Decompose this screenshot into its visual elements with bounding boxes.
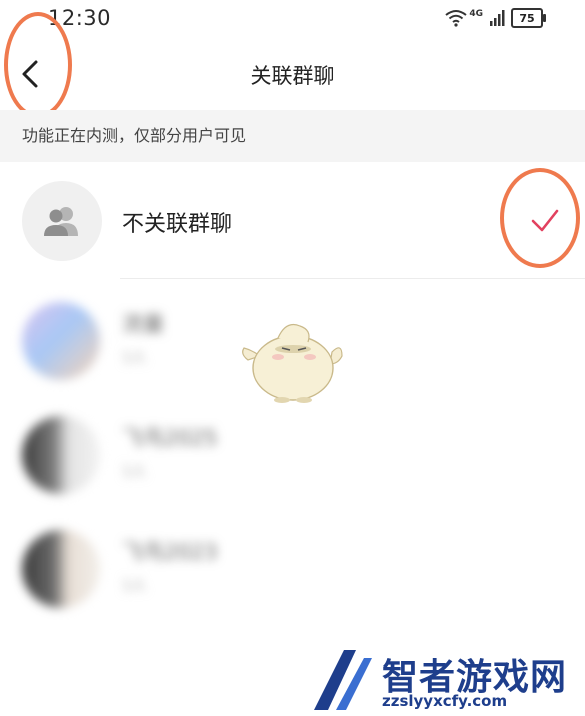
users-icon <box>44 207 78 236</box>
group-member-count: 1人 <box>122 348 147 366</box>
group-name: 飞鸟2023 <box>122 540 218 564</box>
group-avatar <box>22 530 100 608</box>
annotation-circle-check <box>500 168 580 268</box>
watermark: 智者游戏网 zzslyyxcfy.com <box>306 646 585 716</box>
battery-icon: 75 <box>511 8 546 28</box>
list-item[interactable]: 飞鸟2025 1人 <box>0 398 585 508</box>
wifi-icon <box>445 10 467 27</box>
signal-icon <box>490 10 505 26</box>
annotation-circle-back <box>4 12 72 118</box>
network-type-label: 4G <box>469 9 483 19</box>
mascot-illustration <box>242 323 343 403</box>
group-name: 流量 <box>122 312 164 336</box>
status-bar: 12:30 4G 75 <box>0 0 585 38</box>
group-name: 飞鸟2025 <box>122 426 218 450</box>
page-title: 关联群聊 <box>250 64 335 88</box>
group-avatar <box>22 416 100 494</box>
group-member-count: 1人 <box>122 462 147 480</box>
group-avatar <box>22 302 100 380</box>
watermark-url: zzslyyxcfy.com <box>382 692 508 710</box>
list-item[interactable]: 飞鸟2023 1人 <box>0 512 585 622</box>
status-icons: 4G 75 <box>445 8 546 28</box>
option-label: 不关联群聊 <box>122 212 233 237</box>
divider <box>120 278 585 279</box>
beta-notice: 功能正在内测，仅部分用户可见 <box>0 110 585 162</box>
option-no-group[interactable]: 不关联群聊 <box>0 162 585 280</box>
group-member-count: 1人 <box>122 576 147 594</box>
nav-bar: 关联群聊 <box>0 38 585 110</box>
group-placeholder-avatar <box>22 181 102 261</box>
watermark-logo-icon <box>314 650 372 710</box>
